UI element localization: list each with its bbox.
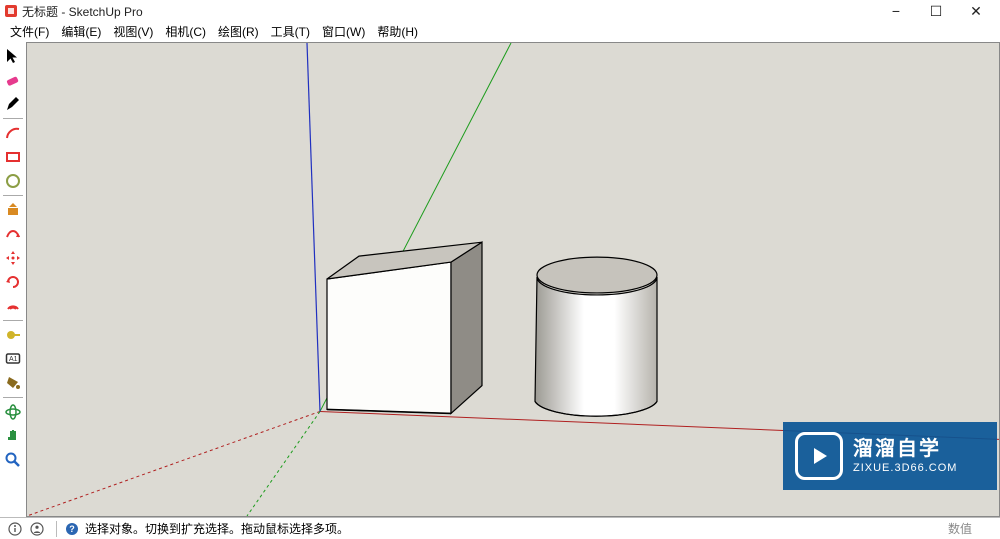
menubar: 文件(F) 编辑(E) 视图(V) 相机(C) 绘图(R) 工具(T) 窗口(W… (0, 22, 1000, 42)
pencil-tool-icon[interactable] (2, 93, 24, 115)
arc-tool-icon[interactable] (2, 122, 24, 144)
window-controls: − ☐ ✕ (876, 0, 996, 22)
rectangle-tool-icon[interactable] (2, 146, 24, 168)
toolbar-separator (3, 118, 23, 119)
paint-bucket-icon[interactable] (2, 372, 24, 394)
zoom-tool-icon[interactable] (2, 449, 24, 471)
toolbar-separator (3, 195, 23, 196)
cylinder-object (535, 257, 657, 416)
window-title: 无标题 - SketchUp Pro (22, 3, 876, 20)
titlebar: 无标题 - SketchUp Pro − ☐ ✕ (0, 0, 1000, 22)
maximize-button[interactable]: ☐ (916, 0, 956, 22)
menu-draw[interactable]: 绘图(R) (212, 22, 265, 42)
status-person-icon[interactable] (28, 520, 46, 538)
offset-tool-icon[interactable] (2, 295, 24, 317)
follow-me-tool-icon[interactable] (2, 223, 24, 245)
watermark: 溜溜自学 ZIXUE.3D66.COM (783, 422, 997, 490)
main-body: A1 (0, 42, 1000, 517)
watermark-line2: ZIXUE.3D66.COM (853, 462, 957, 474)
viewport[interactable]: 溜溜自学 ZIXUE.3D66.COM (26, 42, 1000, 517)
menu-camera[interactable]: 相机(C) (159, 22, 212, 42)
watermark-line1: 溜溜自学 (853, 438, 957, 460)
push-pull-tool-icon[interactable] (2, 199, 24, 221)
menu-edit[interactable]: 编辑(E) (55, 22, 107, 42)
pan-tool-icon[interactable] (2, 425, 24, 447)
app-icon (4, 4, 18, 18)
orbit-tool-icon[interactable] (2, 401, 24, 423)
menu-file[interactable]: 文件(F) (4, 22, 55, 42)
text-tool-icon[interactable]: A1 (2, 348, 24, 370)
status-separator (56, 521, 57, 537)
toolbar-separator (3, 320, 23, 321)
app-window: 无标题 - SketchUp Pro − ☐ ✕ 文件(F) 编辑(E) 视图(… (0, 0, 1000, 539)
eraser-tool-icon[interactable] (2, 69, 24, 91)
statusbar: ? 选择对象。切换到扩充选择。拖动鼠标选择多项。 数值 (0, 517, 1000, 539)
svg-text:?: ? (69, 524, 75, 534)
status-message: 选择对象。切换到扩充选择。拖动鼠标选择多项。 (85, 520, 349, 537)
menu-tools[interactable]: 工具(T) (265, 22, 316, 42)
status-help-icon[interactable]: ? (63, 520, 81, 538)
menu-view[interactable]: 视图(V) (107, 22, 159, 42)
status-right-label: 数值 (948, 520, 994, 537)
minimize-button[interactable]: − (876, 0, 916, 22)
menu-window[interactable]: 窗口(W) (316, 22, 371, 42)
status-info-icon[interactable] (6, 520, 24, 538)
circle-tool-icon[interactable] (2, 170, 24, 192)
move-tool-icon[interactable] (2, 247, 24, 269)
side-toolbar: A1 (0, 42, 26, 517)
toolbar-separator (3, 397, 23, 398)
select-tool-icon[interactable] (2, 45, 24, 67)
rotate-tool-icon[interactable] (2, 271, 24, 293)
svg-text:A1: A1 (9, 356, 18, 363)
play-icon (795, 432, 843, 480)
tape-measure-icon[interactable] (2, 324, 24, 346)
menu-help[interactable]: 帮助(H) (371, 22, 424, 42)
cube-object (327, 242, 482, 413)
close-button[interactable]: ✕ (956, 0, 996, 22)
